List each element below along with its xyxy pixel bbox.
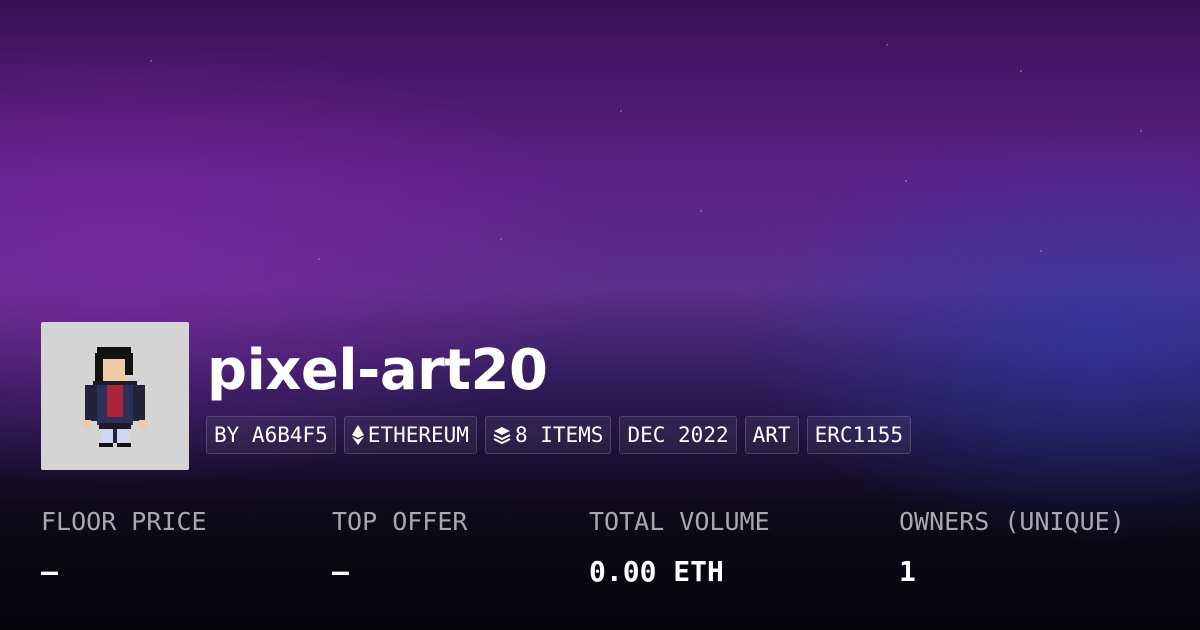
pixel-character-image (83, 347, 147, 447)
layers-icon (493, 427, 511, 444)
category-badge[interactable]: ART (744, 416, 799, 454)
items-badge[interactable]: 8 ITEMS (484, 416, 612, 454)
chain-badge[interactable]: ETHEREUM (343, 416, 477, 454)
category-label: ART (752, 423, 791, 447)
total-volume-label: TOTAL VOLUME (589, 507, 770, 536)
token-standard-label: ERC1155 (814, 423, 904, 447)
date-badge: DEC 2022 (619, 416, 737, 454)
chain-label: ETHEREUM (367, 423, 469, 447)
date-label: DEC 2022 (627, 423, 729, 447)
collection-title: pixel-art20 (207, 338, 548, 403)
total-volume-value: 0.00 ETH (589, 555, 724, 588)
top-offer-value: — (332, 555, 349, 588)
top-offer-label: TOP OFFER (332, 507, 468, 536)
creator-label: BY A6B4F5 (214, 423, 328, 447)
floor-price-label: FLOOR PRICE (41, 507, 207, 536)
floor-price-value: — (41, 555, 58, 588)
total-volume-stat: TOTAL VOLUME 0.00 ETH (589, 505, 770, 589)
items-label: 8 ITEMS (514, 423, 604, 447)
owners-stat: OWNERS (UNIQUE) 1 (899, 505, 1125, 589)
floor-price-stat: FLOOR PRICE — (41, 505, 207, 589)
owners-label: OWNERS (UNIQUE) (899, 507, 1125, 536)
collection-badges: BY A6B4F5 ETHEREUM 8 ITEMS DEC 2022 ART … (206, 416, 912, 454)
top-offer-stat: TOP OFFER — (332, 505, 467, 589)
owners-value: 1 (899, 555, 916, 588)
collection-avatar[interactable] (41, 322, 189, 470)
creator-badge[interactable]: BY A6B4F5 (206, 416, 336, 454)
ethereum-icon (351, 425, 364, 445)
token-standard-badge: ERC1155 (806, 416, 912, 454)
